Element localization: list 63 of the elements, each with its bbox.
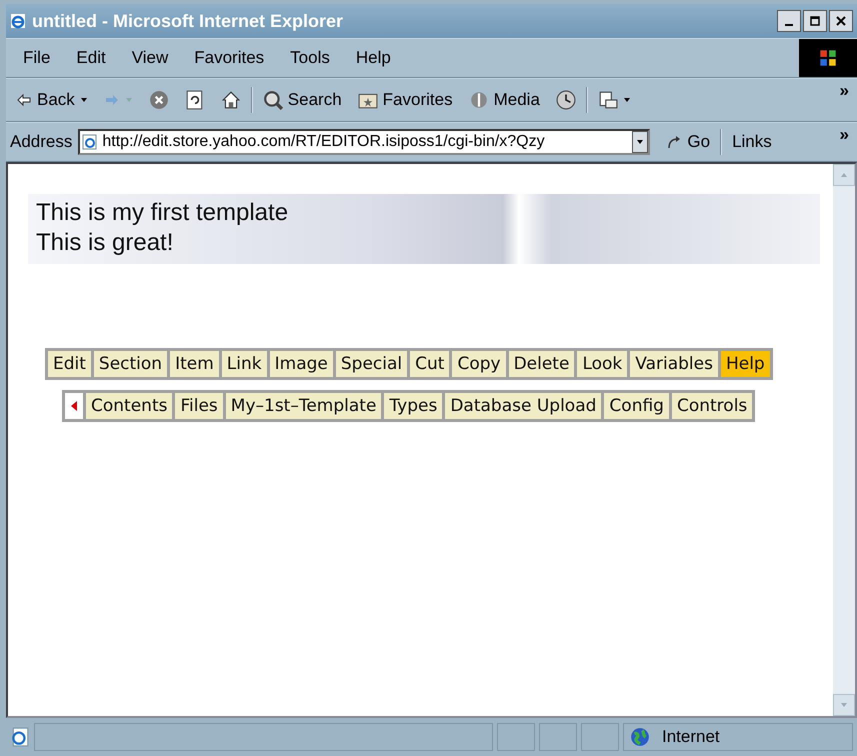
address-url: http://edit.store.yahoo.com/RT/EDITOR.isiposs1/cgi-bin/x?Qzy <box>102 133 546 151</box>
search-button[interactable]: Search <box>256 88 348 112</box>
close-button[interactable] <box>829 10 853 32</box>
dropdown-button[interactable] <box>632 131 648 153</box>
nav-button[interactable]: Link <box>222 351 267 377</box>
nav-button[interactable]: Look <box>577 351 628 377</box>
media-icon <box>468 90 489 110</box>
nav-button[interactable]: Special <box>336 351 408 377</box>
banner-text: This is great! <box>36 228 174 258</box>
nav-button[interactable]: Section <box>94 351 168 377</box>
nav-button[interactable]: Delete <box>508 351 574 377</box>
right-arrow-icon <box>104 92 120 108</box>
scroll-bar[interactable] <box>833 164 855 716</box>
globe-icon <box>630 727 650 747</box>
nav-button[interactable]: Edit <box>48 351 91 377</box>
caret-icon <box>124 96 133 104</box>
nav-button[interactable]: Contents <box>86 393 172 419</box>
maximize-button[interactable] <box>803 10 827 32</box>
caret-icon <box>622 96 631 104</box>
page-icon <box>82 134 98 150</box>
links-overflow-button[interactable]: » <box>832 123 857 145</box>
media-button[interactable]: Media <box>462 88 546 112</box>
nav-button[interactable]: Types <box>384 393 442 419</box>
address-field[interactable]: http://edit.store.yahoo.com/RT/EDITOR.isiposs1/cgi-bin/x?Qzy <box>78 129 650 155</box>
nav-button[interactable]: Help <box>720 351 770 377</box>
menu-item[interactable]: Help <box>342 48 404 68</box>
window-title: untitled - Microsoft Internet Explorer <box>32 10 344 32</box>
browser-logo-icon <box>10 13 26 29</box>
nav-button[interactable]: My–1st–Template <box>226 393 382 419</box>
back-button[interactable]: Back <box>10 88 94 112</box>
address-label: Address <box>10 132 74 152</box>
menu-item[interactable]: View <box>118 48 182 68</box>
nav-button[interactable]: Files <box>175 393 223 419</box>
caret-icon <box>80 96 88 104</box>
search-icon <box>262 90 283 110</box>
go-button[interactable]: Go <box>660 130 716 154</box>
curved-arrow-icon <box>666 134 682 150</box>
nav-button[interactable]: Cut <box>410 351 450 377</box>
favorites-button[interactable]: Favorites <box>352 88 459 112</box>
nav-button[interactable]: Image <box>270 351 333 377</box>
menu-item[interactable]: Tools <box>277 48 343 68</box>
nav-button[interactable]: Config <box>604 393 669 419</box>
left-arrow-icon <box>16 92 32 108</box>
mail-icon <box>598 90 618 110</box>
minimize-icon <box>785 24 793 26</box>
close-icon <box>836 16 846 26</box>
banner-text: This is my first template <box>36 198 290 228</box>
menu-item[interactable]: Favorites <box>181 48 278 68</box>
nav-button[interactable]: Copy <box>452 351 506 377</box>
nav-button[interactable]: Database Upload <box>445 393 602 419</box>
nav-button[interactable]: Variables <box>630 351 718 377</box>
maximize-icon <box>810 16 820 26</box>
page-icon <box>10 727 30 747</box>
menu-item[interactable]: File <box>10 48 64 68</box>
windows-logo-icon <box>799 39 857 77</box>
nav-button[interactable]: Item <box>170 351 219 377</box>
minimize-button[interactable] <box>777 10 801 32</box>
caret-icon <box>636 138 644 146</box>
zone-label: Internet <box>662 727 720 747</box>
toolbar-overflow-button[interactable]: » <box>832 79 857 101</box>
nav-button[interactable]: Controls <box>672 393 752 419</box>
links-button[interactable]: Links <box>726 130 778 154</box>
menu-item[interactable]: Edit <box>63 48 119 68</box>
